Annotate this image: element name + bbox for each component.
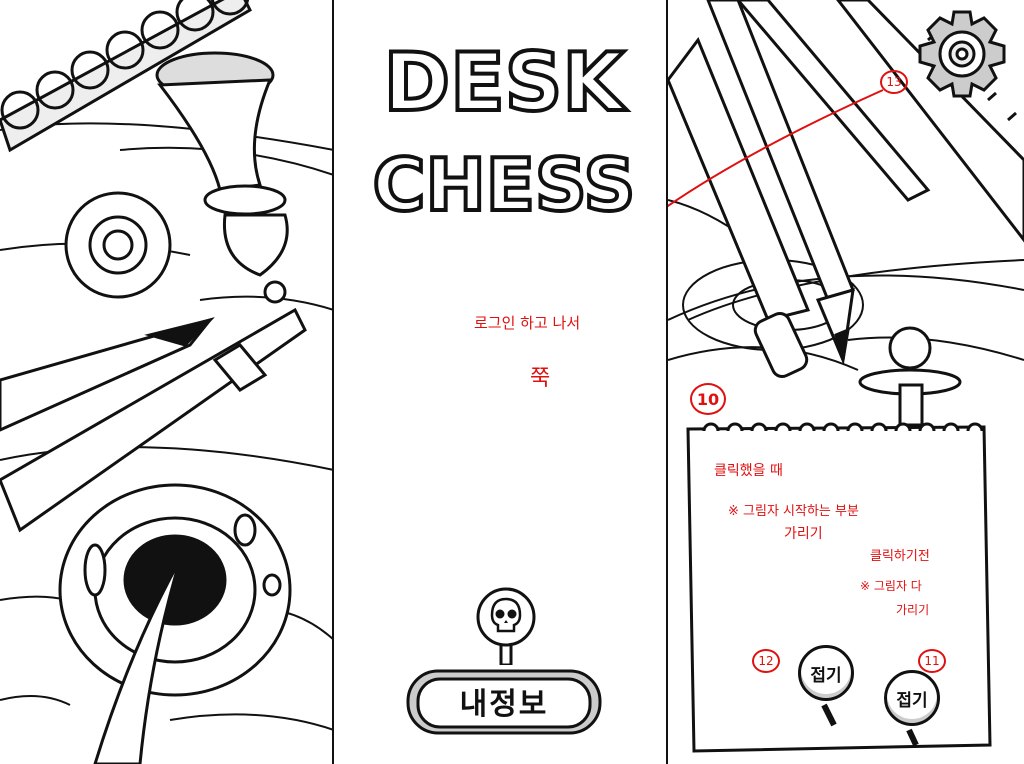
right-desk-panel: 13 10 클릭했을 때 ※ 그림자 시작하는 부분 가리기 클릭하기전 ※ 그… xyxy=(668,0,1024,764)
fold-button-before-click[interactable]: 접기 xyxy=(884,670,940,726)
before-click-note-line2: ※ 그림자 다 xyxy=(860,579,922,593)
annotation-marker-11: 11 xyxy=(918,649,946,673)
clicked-note-line3: 가리기 xyxy=(784,526,823,542)
logo-line-2: CHESS xyxy=(373,143,636,222)
pencil-right-2 xyxy=(668,36,811,379)
desk-illustration-left xyxy=(0,0,334,764)
washer xyxy=(64,191,172,299)
notepad-popup: 10 클릭했을 때 ※ 그림자 시작하는 부분 가리기 클릭하기전 ※ 그림자 … xyxy=(684,383,994,755)
game-logo: DESK CHESS xyxy=(371,34,638,222)
annotation-marker-13: 13 xyxy=(880,70,908,94)
left-desk-panel xyxy=(0,0,334,764)
annotation-marker-10: 10 xyxy=(690,383,726,415)
my-info-button[interactable]: 내정보 xyxy=(404,665,604,737)
login-annotation-line1: 로그인 하고 나서 xyxy=(474,314,581,332)
skull-icon xyxy=(476,587,536,665)
gear-icon xyxy=(918,10,1006,98)
before-click-note-line3: 가리기 xyxy=(896,603,930,617)
before-click-note-line1: 클릭하기전 xyxy=(870,549,930,564)
ink-pot xyxy=(58,483,292,764)
clicked-note-line1: 클릭했을 때 xyxy=(714,463,783,479)
clicked-note-line2: ※ 그림자 시작하는 부분 xyxy=(728,504,859,519)
settings-button[interactable] xyxy=(914,6,1010,102)
chess-piece-pawn xyxy=(155,51,289,304)
main-menu-screen: DESK CHESS 로그인 하고 나서 쭉 내정보 13 10 클릭했을 때 … xyxy=(0,0,1024,764)
login-annotation-line2: 쭉 xyxy=(530,366,551,391)
fold-button-clicked[interactable]: 접기 xyxy=(798,645,854,701)
center-menu-panel: DESK CHESS 로그인 하고 나서 쭉 내정보 xyxy=(334,0,668,764)
logo-line-1: DESK xyxy=(384,36,628,129)
my-info-button-label: 내정보 xyxy=(459,687,549,722)
annotation-marker-12: 12 xyxy=(752,649,780,673)
